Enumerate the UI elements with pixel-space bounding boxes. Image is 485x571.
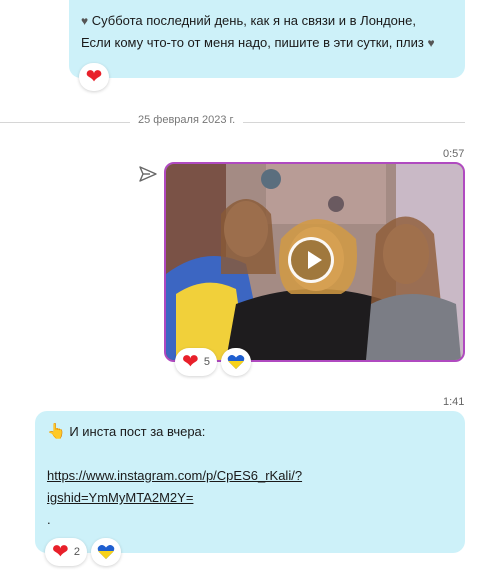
pointing-hand-icon: 👆 <box>47 423 66 440</box>
heart-icon: ❤ <box>52 541 69 563</box>
date-label: 25 февраля 2023 г. <box>130 114 244 126</box>
message-dot: . <box>47 512 51 527</box>
chat-view: ♥ Суббота последний день, как я на связи… <box>0 0 485 571</box>
ukraine-heart-icon <box>97 545 115 559</box>
instagram-link[interactable]: https://www.instagram.com/p/CpES6_rKali/… <box>47 468 302 505</box>
forward-icon[interactable] <box>138 165 158 183</box>
message-text-line2: Если кому что-то от меня надо, пишите в … <box>81 35 424 50</box>
message-time: 1:41 <box>443 396 465 408</box>
heart-icon: ❤ <box>182 351 199 373</box>
message-line: ♥ Суббота последний день, как я на связи… <box>81 10 453 32</box>
video-thumbnail[interactable] <box>164 162 465 362</box>
heart-icon: ♥ <box>427 36 435 50</box>
message-text-line1: Суббота последний день, как я на связи и… <box>91 13 416 28</box>
reaction-heart-count[interactable]: ❤ 2 <box>45 538 87 566</box>
heart-icon: ❤ <box>85 66 103 88</box>
reaction-heart-count[interactable]: ❤ 5 <box>175 348 217 376</box>
reaction-heart[interactable]: ❤ <box>79 63 109 91</box>
reaction-count: 5 <box>203 356 210 368</box>
message-bubble-bottom[interactable]: 👆 И инста пост за вчера: https://www.ins… <box>35 411 465 553</box>
message-text: И инста пост за вчера: <box>69 424 206 439</box>
ukraine-heart-icon <box>227 355 245 369</box>
play-icon[interactable] <box>288 237 334 283</box>
link-line1: https://www.instagram.com/p/CpES6_rKali/… <box>47 468 303 483</box>
reaction-ukraine-heart[interactable] <box>221 348 251 376</box>
message-line: 👆 И инста пост за вчера: <box>47 421 453 443</box>
heart-icon: ♥ <box>81 14 89 28</box>
message-bubble-top[interactable]: ♥ Суббота последний день, как я на связи… <box>69 0 465 78</box>
message-line: Если кому что-то от меня надо, пишите в … <box>81 32 453 54</box>
reaction-ukraine-heart[interactable] <box>91 538 121 566</box>
reaction-count: 2 <box>73 546 80 558</box>
message-time: 0:57 <box>443 148 465 160</box>
link-line2: igshid=YmMyMTA2M2Y= <box>47 490 194 505</box>
